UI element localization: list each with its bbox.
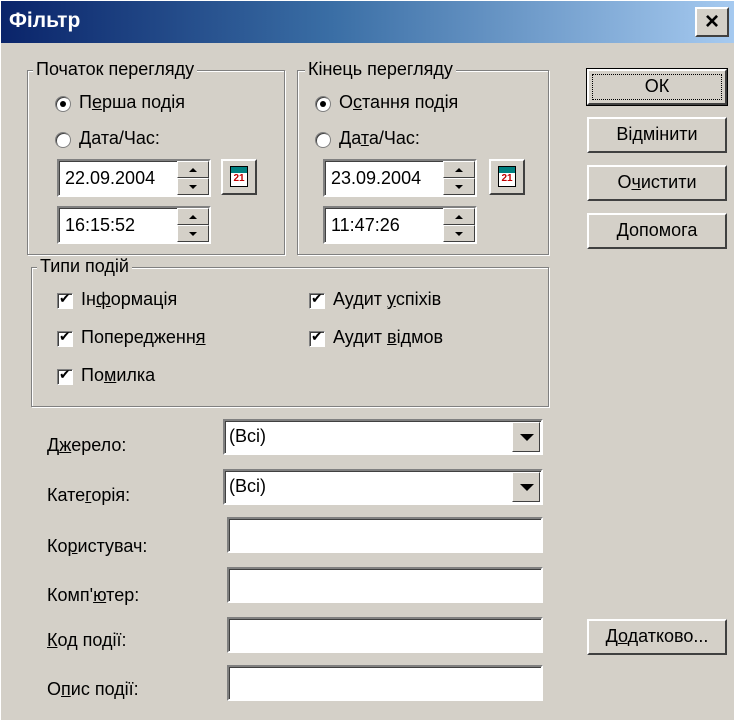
source-label: Джерело: xyxy=(47,435,127,455)
clear-button[interactable]: Очистити xyxy=(587,165,727,201)
checkbox-audit-success[interactable] xyxy=(309,291,325,309)
event-id-input[interactable] xyxy=(227,617,543,653)
event-types-legend: Типи подій xyxy=(37,256,132,277)
start-group-legend: Початок перегляду xyxy=(33,59,198,80)
radio-start-datetime[interactable] xyxy=(55,132,71,148)
user-label: Користувач: xyxy=(47,536,148,556)
checkbox-error-label[interactable]: Помилка xyxy=(81,365,155,386)
advanced-button[interactable]: Додатково... xyxy=(587,619,727,655)
user-input[interactable] xyxy=(227,517,543,553)
description-label: Опис події: xyxy=(47,679,139,699)
spin-up-icon[interactable] xyxy=(443,161,475,178)
start-date-spinner[interactable] xyxy=(177,161,209,195)
radio-first-event-label[interactable]: Перша подія xyxy=(79,92,185,113)
spin-down-icon[interactable] xyxy=(443,225,475,242)
checkbox-information-label[interactable]: Інформація xyxy=(81,289,177,310)
spin-down-icon[interactable] xyxy=(443,178,475,195)
radio-end-datetime[interactable] xyxy=(315,132,331,148)
checkbox-audit-failure[interactable] xyxy=(309,329,325,347)
spin-up-icon[interactable] xyxy=(177,161,209,178)
spin-up-icon[interactable] xyxy=(443,208,475,225)
chevron-down-icon[interactable] xyxy=(512,472,540,502)
radio-first-event[interactable] xyxy=(55,96,71,112)
filter-dialog: Фільтр × Початок перегляду Перша подія Д… xyxy=(0,0,734,720)
start-time-spinner[interactable] xyxy=(177,208,209,242)
spin-down-icon[interactable] xyxy=(177,178,209,195)
category-dropdown[interactable]: (Всі) xyxy=(223,469,543,505)
calendar-icon: 21 xyxy=(230,166,248,187)
close-button[interactable]: × xyxy=(695,7,729,37)
spin-up-icon[interactable] xyxy=(177,208,209,225)
cancel-button[interactable]: Відмінити xyxy=(587,117,727,153)
window-title: Фільтр xyxy=(9,9,81,32)
checkbox-warning[interactable] xyxy=(57,329,73,347)
checkbox-audit-success-label[interactable]: Аудит успіхів xyxy=(333,289,441,310)
checkbox-warning-label[interactable]: Попередження xyxy=(81,327,206,348)
event-id-label: Код події: xyxy=(47,630,127,650)
chevron-down-icon[interactable] xyxy=(512,422,540,452)
end-date-spinner[interactable] xyxy=(443,161,475,195)
description-input[interactable] xyxy=(227,665,543,701)
ok-button[interactable]: ОК xyxy=(586,68,728,106)
radio-last-event[interactable] xyxy=(315,96,331,112)
source-dropdown[interactable]: (Всі) xyxy=(223,419,543,455)
checkbox-error[interactable] xyxy=(57,367,73,385)
radio-start-datetime-label[interactable]: Дата/Час: xyxy=(79,128,160,149)
spin-down-icon[interactable] xyxy=(177,225,209,242)
calendar-icon: 21 xyxy=(498,166,516,187)
title-bar[interactable]: Фільтр × xyxy=(1,1,734,43)
radio-last-event-label[interactable]: Остання подія xyxy=(339,92,458,113)
category-label: Категорія: xyxy=(47,485,131,505)
computer-label: Комп'ютер: xyxy=(47,585,140,605)
radio-end-datetime-label[interactable]: Дата/Час: xyxy=(339,128,420,149)
computer-input[interactable] xyxy=(227,567,543,603)
end-group-legend: Кінець перегляду xyxy=(305,59,456,80)
checkbox-information[interactable] xyxy=(57,291,73,309)
end-calendar-button[interactable]: 21 xyxy=(489,159,525,195)
checkbox-audit-failure-label[interactable]: Аудит відмов xyxy=(333,327,443,348)
end-time-spinner[interactable] xyxy=(443,208,475,242)
start-calendar-button[interactable]: 21 xyxy=(221,159,257,195)
help-button[interactable]: Допомога xyxy=(587,213,727,249)
